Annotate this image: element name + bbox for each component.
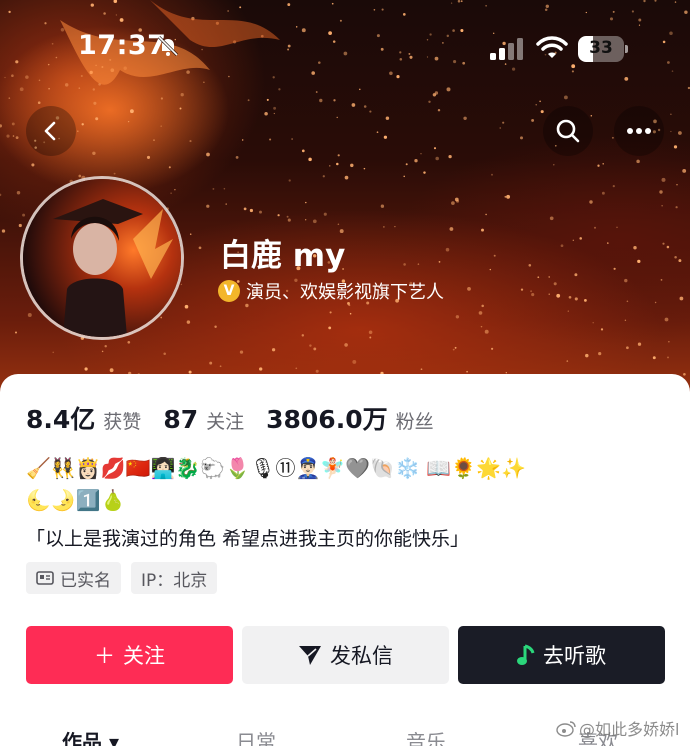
status-time: 17:37 [78,30,167,61]
watermark-text: @如此多娇娇l [579,720,680,739]
real-name-tag: 已实名 [26,562,121,594]
tab-music[interactable]: 音乐 [406,726,446,746]
watermark: @如此多娇娇l [556,716,679,740]
action-buttons: ＋ 关注 发私信 去听歌 [26,626,665,684]
listen-music-button[interactable]: 去听歌 [458,626,665,684]
wifi-icon [536,36,568,58]
search-button[interactable] [543,106,593,156]
likes-label: 获赞 [103,411,142,433]
more-button[interactable] [614,106,664,156]
follow-button[interactable]: ＋ 关注 [26,626,233,684]
search-icon [556,119,580,143]
profile-name: 白鹿 my [220,238,346,274]
profile-banner: 17:37 33 白鹿 my V 演员、欢娱影视旗下艺人 [0,0,690,400]
tab-daily[interactable]: 日常 [236,726,276,746]
avatar-image [23,179,181,337]
stats-row: 8.4亿 获赞 87 关注 3806.0万 粉丝 [26,400,456,436]
battery-level: 33 [589,38,613,58]
more-dots-icon [627,128,651,134]
profile-card: 8.4亿 获赞 87 关注 3806.0万 粉丝 🧹👯‍♀️👸🏻💋🇨🇳👩🏻‍💻🐉… [0,374,690,746]
id-card-icon [36,571,54,585]
real-name-label: 已实名 [60,570,111,591]
likes-count[interactable]: 8.4亿 [26,400,95,436]
back-arrow-icon [44,121,56,141]
tab-works[interactable]: 作品 ▾ [62,726,119,746]
bio-text: 「以上是我演过的角色 希望点进我主页的你能快乐」 [26,528,470,550]
follow-label: 关注 [123,644,165,668]
following-count[interactable]: 87 [163,405,198,434]
listen-music-label: 去听歌 [543,644,606,668]
verified-badge-icon: V [218,280,240,302]
plus-icon: ＋ [94,644,115,668]
message-label: 发私信 [330,644,393,668]
status-bar: 17:37 33 [0,28,690,68]
followers-label: 粉丝 [395,411,434,433]
ip-location-tag: IP：北京 [131,562,218,594]
followers-count[interactable]: 3806.0万 [266,400,387,436]
music-note-icon [517,644,535,665]
profile-tags: 已实名 IP：北京 [26,562,227,594]
verification-text: 演员、欢娱影视旗下艺人 [246,282,444,303]
message-button[interactable]: 发私信 [242,626,449,684]
ip-location-label: IP：北京 [141,570,208,591]
weibo-icon [556,721,576,737]
bell-off-icon [157,35,179,57]
paper-plane-icon [299,646,321,665]
signal-icon [490,38,523,60]
verification-row: V 演员、欢娱影视旗下艺人 [218,278,444,304]
bio-emoji-line-1: 🧹👯‍♀️👸🏻💋🇨🇳👩🏻‍💻🐉🐑🌷🎙⑪👮🏻‍♂️🧚🏻🩶🐚❄️ 📖🌻🌟✨ [26,456,526,480]
following-label: 关注 [206,411,245,433]
battery-indicator: 33 [578,36,628,62]
bio-emoji-line-2: 🌜🌛1️⃣🍐 [26,488,126,512]
back-button[interactable] [26,106,76,156]
avatar[interactable] [20,176,184,340]
